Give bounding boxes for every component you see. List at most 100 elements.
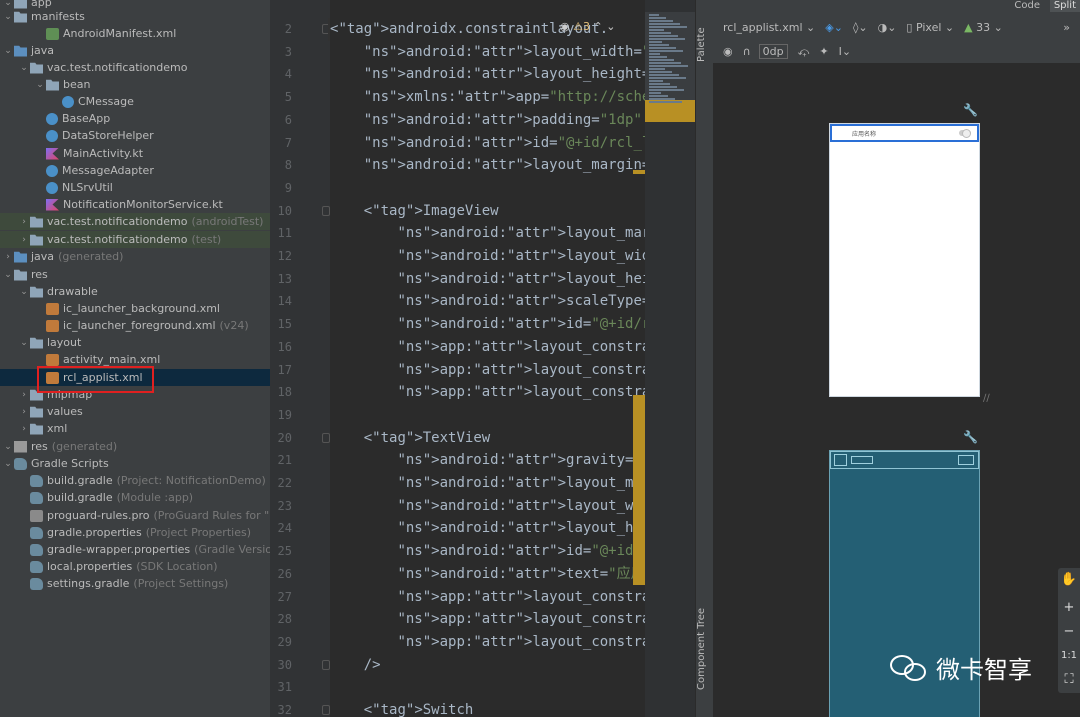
code-line[interactable]: "ns">android:"attr">layout_width="wrap_c… <box>330 495 645 518</box>
infer-constraints-icon[interactable]: ✦ <box>819 45 828 58</box>
tree-item[interactable]: settings.gradle (Project Settings) <box>0 575 270 592</box>
tree-item[interactable]: AndroidManifest.xml <box>0 25 270 42</box>
split-mode-button[interactable]: Split <box>1049 0 1080 12</box>
expand-arrow-icon[interactable]: ⌄ <box>18 287 30 297</box>
fold-marker-icon[interactable] <box>322 705 330 715</box>
tree-item[interactable]: › values <box>0 403 270 420</box>
code-line[interactable]: <"tag">ImageView <box>330 200 499 223</box>
tab-component-tree[interactable]: Component Tree <box>696 608 714 690</box>
code-line[interactable]: "ns">xmlns:"attr">app="http://schemas.an… <box>330 86 645 109</box>
eye-slash-icon[interactable]: ◉ <box>560 20 570 33</box>
code-line[interactable]: <"tag">TextView <box>330 427 490 450</box>
tree-item[interactable]: ⌄ layout <box>0 334 270 351</box>
resize-handle-icon[interactable]: ∕∕ <box>983 393 990 404</box>
expand-arrow-icon[interactable]: › <box>18 217 30 227</box>
device-selector[interactable]: ▯ Pixel ⌄ <box>906 21 954 34</box>
tree-item[interactable]: NotificationMonitorService.kt <box>0 196 270 213</box>
error-stripe-marker[interactable] <box>633 395 645 585</box>
tree-item[interactable]: › vac.test.notificationdemo (androidTest) <box>0 213 270 230</box>
tree-item[interactable]: local.properties (SDK Location) <box>0 558 270 575</box>
tree-item[interactable]: MessageAdapter <box>0 162 270 179</box>
expand-arrow-icon[interactable]: ⌄ <box>34 80 46 90</box>
next-issue-icon[interactable]: ⌄ <box>606 20 615 33</box>
code-mode-button[interactable]: Code <box>1014 0 1040 12</box>
expand-arrow-icon[interactable]: ⌄ <box>2 270 14 280</box>
blueprint-row[interactable] <box>830 451 979 469</box>
code-line[interactable]: "ns">app:"attr">layout_constraintBottom_… <box>330 359 645 382</box>
expand-arrow-icon[interactable]: ⌄ <box>18 63 30 73</box>
pan-hand-icon[interactable]: ✋ <box>1058 572 1080 587</box>
tree-item[interactable]: proguard-rules.pro(ProGuard Rules for ":… <box>0 507 270 524</box>
expand-arrow-icon[interactable]: ⌄ <box>2 46 14 56</box>
tree-item[interactable]: gradle-wrapper.properties(Gradle Version… <box>0 541 270 558</box>
code-line[interactable]: /> <box>330 654 381 677</box>
code-line[interactable]: "ns">android:"attr">id="@+id/rcl_appname <box>330 540 645 563</box>
code-line[interactable]: "ns">app:"attr">layout_constraintBottom_… <box>330 586 645 609</box>
tree-item[interactable]: › xml <box>0 420 270 437</box>
tree-item[interactable]: ⌄ drawable <box>0 283 270 300</box>
code-line[interactable]: "ns">android:"attr">padding="1dp" <box>330 109 642 132</box>
tree-item[interactable]: CMessage <box>0 93 270 110</box>
tree-item[interactable]: ⌄ res (generated) <box>0 438 270 455</box>
expand-arrow-icon[interactable]: › <box>18 407 30 417</box>
orientation-icon[interactable]: ◊⌄ <box>853 21 868 34</box>
zoom-in-button[interactable]: + <box>1058 600 1080 615</box>
tree-item[interactable]: build.gradle (Module :app) <box>0 489 270 506</box>
code-line[interactable]: "ns">android:"attr">layout_marginStart="… <box>330 472 645 495</box>
code-line[interactable]: "ns">android:"attr">id="@+id/rcl_appicon… <box>330 313 645 336</box>
design-canvas[interactable]: 🔧 应用名称 ∕∕ 🔧 <box>713 65 1080 717</box>
zoom-out-button[interactable]: − <box>1058 624 1080 639</box>
expand-arrow-icon[interactable]: ⌄ <box>18 338 30 348</box>
tree-item[interactable]: › java (generated) <box>0 248 270 265</box>
pin-icon[interactable]: 🔧 <box>963 430 978 444</box>
default-margin-field[interactable]: 0dp <box>758 44 788 59</box>
code-line[interactable]: "ns">app:"attr">layout_constraintTop_toT… <box>330 381 645 404</box>
fold-marker-icon[interactable] <box>322 432 330 443</box>
minimap[interactable] <box>645 0 695 717</box>
expand-arrow-icon[interactable]: › <box>18 390 30 400</box>
tree-item[interactable]: › vac.test.notificationdemo (test) <box>0 231 270 248</box>
prev-issue-icon[interactable]: ⌃ <box>593 20 602 33</box>
tree-item[interactable]: MainActivity.kt <box>0 145 270 162</box>
tree-item[interactable]: build.gradle (Project: NotificationDemo) <box>0 472 270 489</box>
code-line[interactable]: "ns">android:"attr">id="@+id/rcl_layout" <box>330 132 645 155</box>
tree-item[interactable]: ⌄ res <box>0 266 270 283</box>
fold-marker-icon[interactable] <box>322 205 330 216</box>
preview-row[interactable]: 应用名称 <box>830 124 979 142</box>
code-line[interactable]: "ns">android:"attr">text="应用名称" <box>330 563 645 586</box>
code-line[interactable]: "ns">app:"attr">layout_constraintTop_toT… <box>330 608 645 631</box>
file-selector[interactable]: rcl_applist.xml ⌄ <box>723 21 815 34</box>
code-line[interactable]: "ns">android:"attr">layout_marginStart="… <box>330 222 645 245</box>
tree-item[interactable]: NLSrvUtil <box>0 179 270 196</box>
view-options-icon[interactable]: ◉ <box>723 45 733 58</box>
code-line[interactable]: "ns">android:"attr">layout_margin="1dp"> <box>330 154 645 177</box>
zoom-fit-icon[interactable]: ⛶ <box>1058 672 1080 687</box>
code-line[interactable]: "ns">android:"attr">layout_width="40dp" <box>330 245 645 268</box>
expand-arrow-icon[interactable]: › <box>18 235 30 245</box>
error-stripe-marker-small[interactable] <box>633 170 645 174</box>
tree-item[interactable]: ⌄ Gradle Scripts <box>0 455 270 472</box>
code-line[interactable]: "ns">android:"attr">layout_height="wrap_… <box>330 517 645 540</box>
expand-arrow-icon[interactable]: › <box>2 252 14 262</box>
clear-constraints-icon[interactable]: ⤽ <box>798 45 810 59</box>
layers-icon[interactable]: ◈⌄ <box>825 21 843 34</box>
code-line[interactable]: "ns">android:"attr">scaleType="fitXY" <box>330 290 645 313</box>
design-preview[interactable]: 应用名称 <box>829 123 980 397</box>
tree-item[interactable]: BaseApp <box>0 110 270 127</box>
zoom-actual-size-button[interactable]: 1:1 <box>1058 650 1080 661</box>
code-line[interactable]: <"tag">Switch <box>330 699 474 717</box>
tree-item[interactable]: ⌄ vac.test.notificationdemo <box>0 59 270 76</box>
expand-arrow-icon[interactable]: ⌄ <box>2 459 14 469</box>
code-line[interactable]: "ns">android:"attr">layout_height="wrap_… <box>330 63 645 86</box>
tree-item[interactable]: ⌄ manifests <box>0 8 270 25</box>
code-line[interactable]: "ns">app:"attr">layout_constraintStart_t… <box>330 336 645 359</box>
expand-arrow-icon[interactable]: › <box>18 424 30 434</box>
fold-marker-icon[interactable] <box>322 659 330 670</box>
expand-arrow-icon[interactable]: ⌄ <box>2 442 14 452</box>
tree-item[interactable]: ic_launcher_foreground.xml (v24) <box>0 317 270 334</box>
code-line[interactable]: "ns">app:"attr">layout_constraintStart_t… <box>330 631 645 654</box>
guidelines-icon[interactable]: I⌄ <box>839 45 851 58</box>
tab-palette[interactable]: Palette <box>696 20 714 70</box>
tree-item[interactable]: DataStoreHelper <box>0 127 270 144</box>
code-line[interactable]: "ns">android:"attr">layout_height="40dp" <box>330 268 645 291</box>
